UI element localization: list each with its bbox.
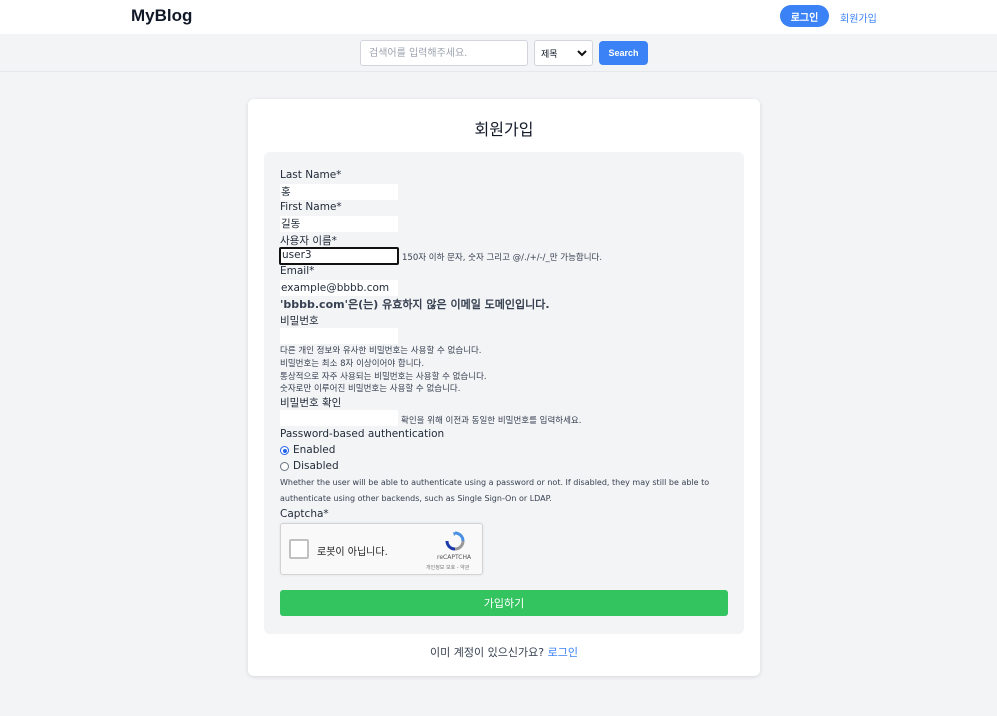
password-confirm-help: 확인을 위해 이전과 동일한 비밀번호를 입력하세요.	[401, 416, 582, 426]
auth-help-2: authenticate using other backends, such …	[280, 494, 552, 503]
chevron-down-icon	[577, 49, 587, 60]
auth-enabled-radio[interactable]	[280, 446, 289, 455]
search-input[interactable]	[360, 40, 528, 66]
email-label: Email*	[280, 265, 315, 277]
recaptcha-brand: reCAPTCHA	[437, 554, 472, 561]
password-input[interactable]	[280, 328, 398, 344]
login-prompt-text: 이미 계정이 있으신가요?	[430, 646, 545, 659]
signup-card: 회원가입 Last Name* 홍 First Name* 길동 사용자 이름*…	[248, 99, 760, 676]
login-link[interactable]: 로그인	[548, 646, 578, 659]
brand-logo[interactable]: MyBlog	[131, 6, 192, 26]
last-name-input[interactable]: 홍	[280, 184, 398, 200]
signup-link[interactable]: 회원가입	[840, 10, 877, 25]
password-confirm-input[interactable]	[280, 410, 398, 426]
recaptcha-logo-icon	[443, 531, 467, 551]
password-help-4: 숫자로만 이루어진 비밀번호는 사용할 수 없습니다.	[280, 384, 461, 394]
first-name-label: First Name*	[280, 201, 342, 213]
password-confirm-label: 비밀번호 확인	[280, 397, 342, 409]
auth-disabled-radio[interactable]	[280, 462, 289, 471]
search-button[interactable]: Search	[599, 41, 648, 65]
login-prompt: 이미 계정이 있으신가요? 로그인	[248, 644, 760, 660]
captcha-label: Captcha*	[280, 508, 329, 520]
recaptcha-terms[interactable]: 개인정보 보호 - 약관	[426, 564, 469, 571]
password-help-2: 비밀번호는 최소 8자 이상이어야 합니다.	[280, 359, 425, 369]
login-button[interactable]: 로그인	[780, 5, 829, 27]
first-name-input[interactable]: 길동	[280, 216, 398, 232]
username-help: 150자 이하 문자, 숫자 그리고 @/./+/-/_만 가능합니다.	[402, 253, 603, 263]
auth-label: Password-based authentication	[280, 428, 445, 440]
signup-form: Last Name* 홍 First Name* 길동 사용자 이름* user…	[264, 152, 744, 634]
username-input[interactable]: user3	[279, 247, 399, 265]
username-label: 사용자 이름*	[280, 235, 337, 247]
auth-enabled-label[interactable]: Enabled	[293, 444, 335, 456]
search-type-select[interactable]: 제목	[534, 40, 593, 66]
email-input[interactable]: example@bbbb.com	[280, 280, 398, 296]
page-title: 회원가입	[474, 120, 534, 139]
last-name-label: Last Name*	[280, 169, 342, 181]
email-error: 'bbbb.com'은(는) 유효하지 않은 이메일 도메인입니다.	[280, 298, 550, 311]
search-type-value: 제목	[541, 49, 558, 60]
password-help-3: 통상적으로 자주 사용되는 비밀번호는 사용할 수 없습니다.	[280, 372, 487, 382]
auth-disabled-label[interactable]: Disabled	[293, 460, 339, 472]
recaptcha-widget: 로봇이 아닙니다. reCAPTCHA 개인정보 보호 - 약관	[280, 523, 483, 575]
password-label: 비밀번호	[280, 315, 319, 327]
recaptcha-checkbox[interactable]	[289, 539, 309, 559]
password-help-1: 다른 개인 정보와 유사한 비밀번호는 사용할 수 없습니다.	[280, 346, 482, 356]
top-navbar: MyBlog 로그인 회원가입	[0, 0, 997, 34]
recaptcha-text: 로봇이 아닙니다.	[317, 547, 388, 558]
signup-submit-button[interactable]: 가입하기	[280, 590, 728, 616]
auth-help-1: Whether the user will be able to authent…	[280, 478, 710, 487]
search-bar: 제목 Search	[0, 34, 997, 72]
